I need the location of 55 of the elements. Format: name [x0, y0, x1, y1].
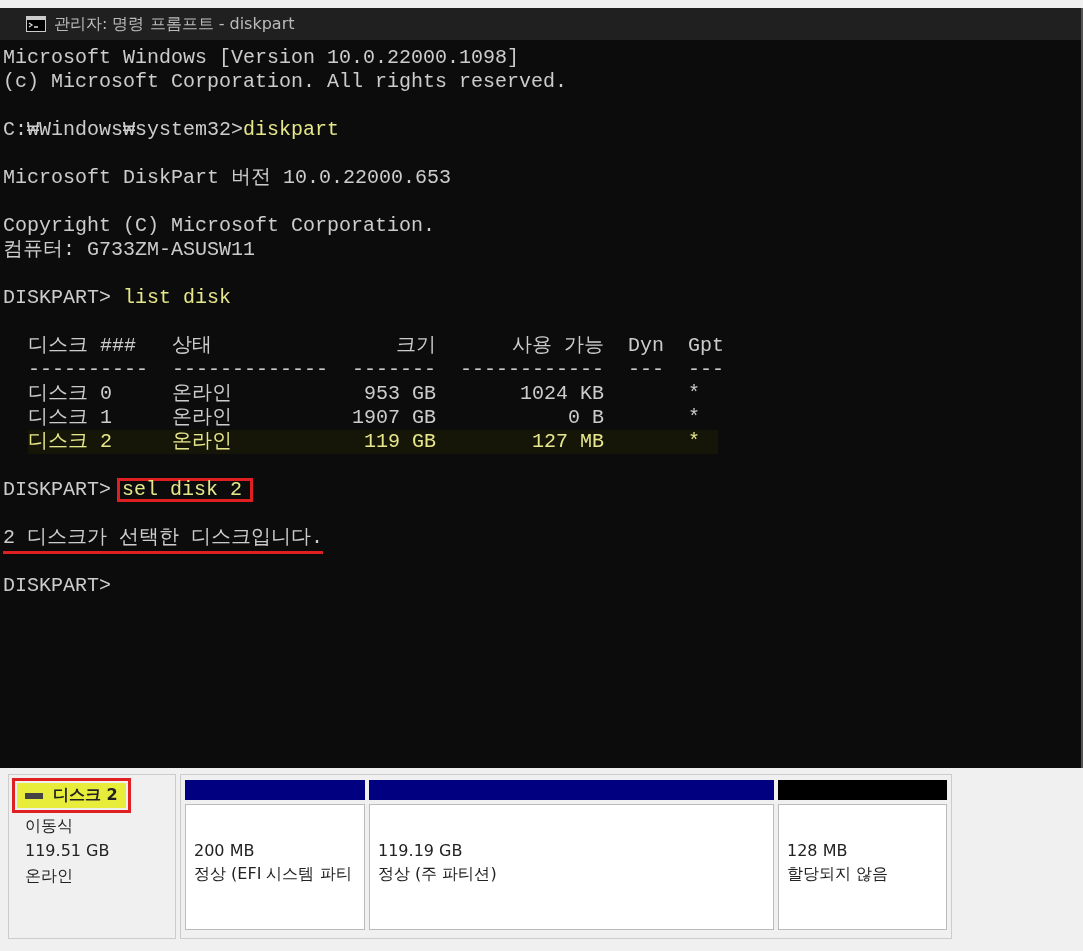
command-text: list disk: [123, 286, 232, 309]
disk-size: 119.51 GB: [24, 840, 111, 862]
column-separator: -------: [352, 358, 437, 382]
column-separator: ---: [688, 358, 725, 382]
table-cell-text: 디스크 2: [28, 430, 113, 454]
table-cell-text: 온라인: [172, 382, 233, 406]
table-cell-text: 온라인: [172, 406, 233, 430]
column-header: Gpt: [688, 334, 725, 358]
table-cell-text: 127 MB: [531, 430, 605, 454]
partition-status: 정상 (주 파티션): [378, 863, 498, 885]
table-cell-text: 0 B: [567, 406, 605, 430]
table-cell-text: 1024 KB: [519, 382, 605, 406]
table-cell-text: 119 GB: [363, 430, 437, 454]
disk-status: 온라인: [24, 865, 74, 887]
partition-status: 정상 (EFI 시스템 파티: [194, 863, 353, 885]
prompt-text: DISKPART>: [3, 286, 113, 309]
command-text: sel disk 2: [122, 478, 243, 501]
partition-block[interactable]: 200 MB 정상 (EFI 시스템 파티: [185, 804, 365, 930]
partition-block[interactable]: 128 MB 할당되지 않음: [778, 804, 947, 930]
table-cell-text: 디스크 1: [28, 406, 113, 430]
table-cell-text: 디스크 0: [28, 382, 113, 406]
column-separator: ---: [628, 358, 665, 382]
column-header: 사용 가능: [511, 334, 605, 358]
column-header: Dyn: [628, 334, 665, 358]
console-text: Microsoft Windows [Version 10.0.22000.1098]: [3, 46, 520, 69]
table-cell-text: 온라인: [172, 430, 233, 454]
column-separator: ------------: [460, 358, 605, 382]
partition-status: 할당되지 않음: [787, 863, 890, 885]
column-header: 크기: [395, 334, 437, 358]
table-cell-text: *: [688, 406, 702, 430]
console-text: (c) Microsoft Corporation. All rights reserved.: [3, 70, 568, 93]
partition-size: 200 MB: [194, 840, 256, 862]
console-text: Microsoft DiskPart 버전 10.0.22000.653: [3, 166, 452, 189]
table-cell-text: 953 GB: [363, 382, 437, 406]
partition-block[interactable]: 119.19 GB 정상 (주 파티션): [369, 804, 774, 930]
terminal-icon: [26, 16, 46, 32]
column-separator: -------------: [172, 358, 329, 382]
column-header: 상태: [172, 334, 213, 358]
disk-type: 이동식: [24, 815, 74, 837]
partition-size: 128 MB: [787, 840, 849, 862]
partition-size: 119.19 GB: [378, 840, 464, 862]
table-cell-text: *: [688, 430, 702, 454]
table-cell-text: *: [688, 382, 702, 406]
column-separator: ----------: [28, 358, 148, 382]
prompt-text: DISKPART>: [3, 574, 112, 597]
table-cell: 1907 GB: [352, 406, 437, 430]
disk-name: 디스크 2: [53, 785, 118, 806]
console-text: 2 디스크가 선택한 디스크입니다.: [3, 526, 323, 554]
window-title: 관리자: 명령 프롬프트 - diskpart: [54, 13, 295, 35]
column-header: 디스크 ###: [28, 334, 137, 358]
console-text: 컴퓨터: G733ZM-ASUSW11: [3, 238, 256, 261]
prompt-text: DISKPART>: [3, 478, 113, 501]
command-text: diskpart: [243, 118, 340, 141]
prompt-text: C:₩Windows₩system32>: [3, 118, 244, 141]
console-text: Copyright (C) Microsoft Corporation.: [3, 214, 436, 237]
